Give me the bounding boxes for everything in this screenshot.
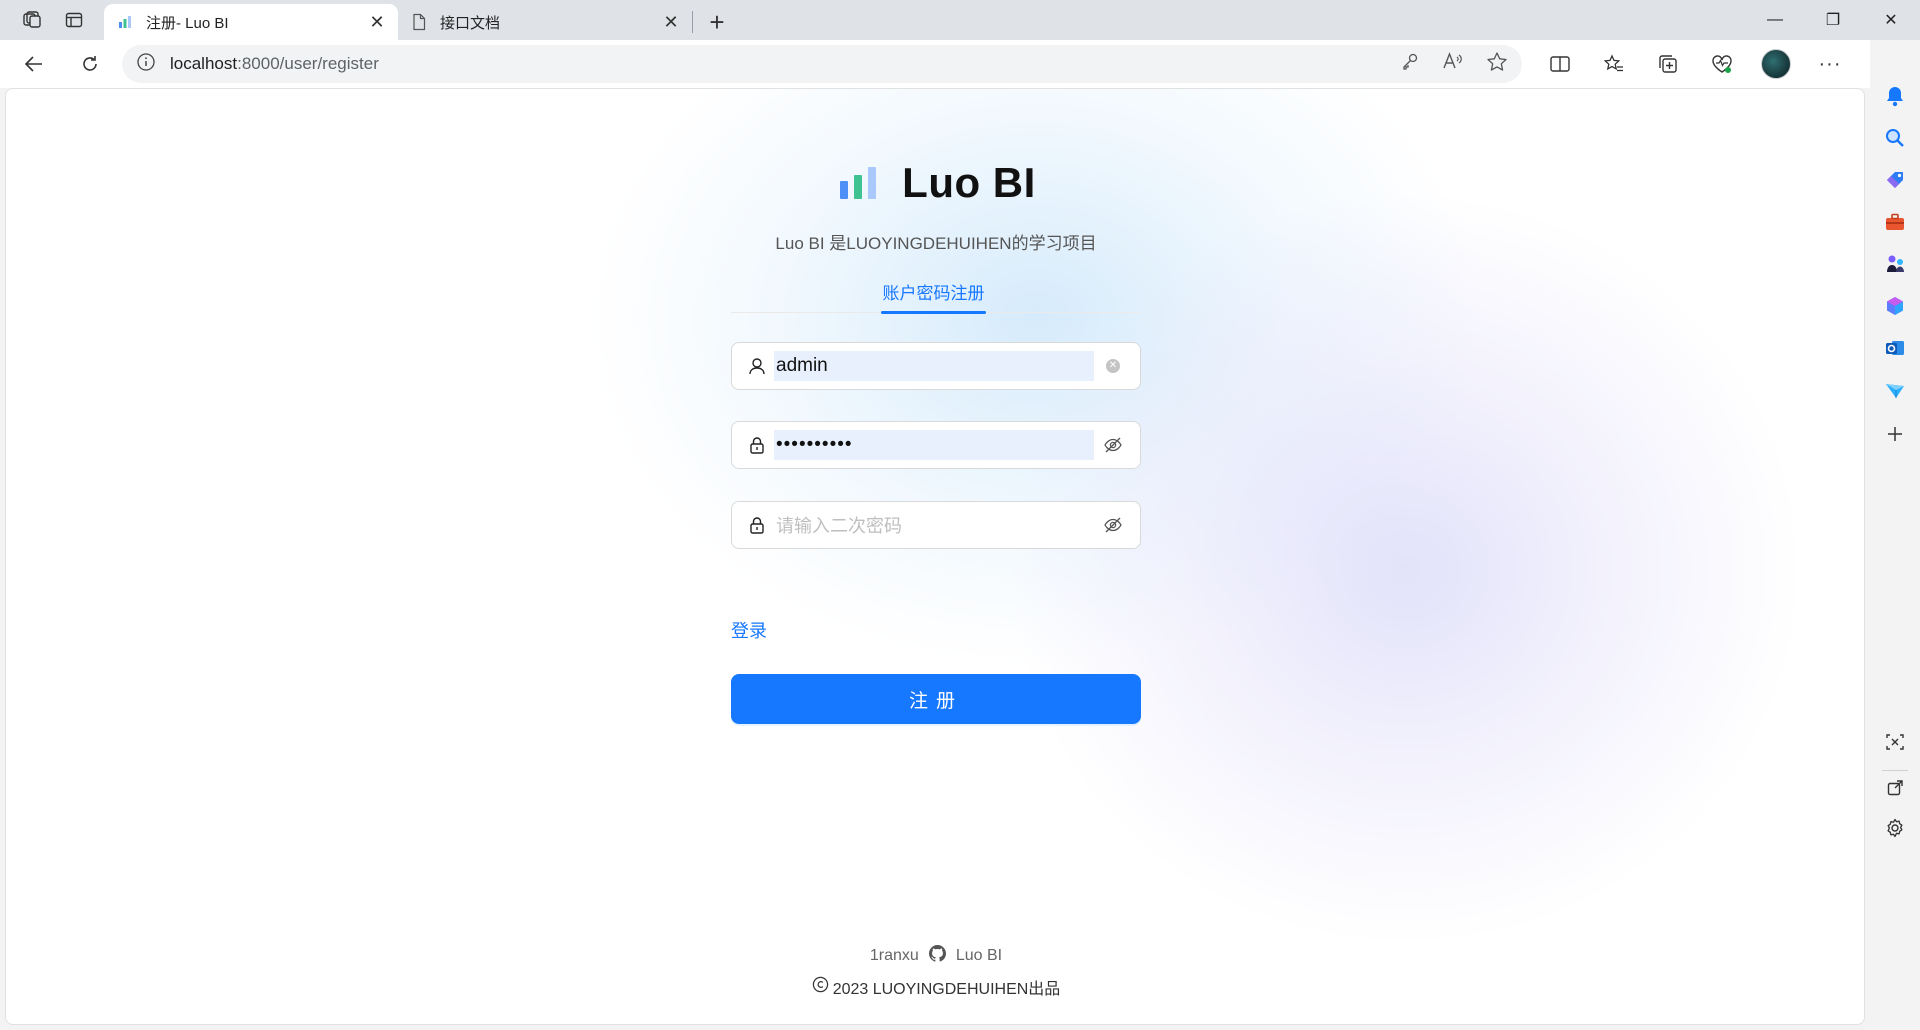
tab-api-docs[interactable]: 接口文档 ✕ bbox=[398, 4, 692, 40]
microsoft365-icon[interactable] bbox=[1883, 294, 1907, 318]
add-icon[interactable] bbox=[1883, 422, 1907, 446]
close-window-button[interactable]: ✕ bbox=[1862, 0, 1920, 40]
copyright-icon bbox=[812, 976, 829, 998]
tab-title: 注册- Luo BI bbox=[146, 14, 229, 32]
tab-title: 接口文档 bbox=[440, 14, 501, 32]
more-icon[interactable]: ··· bbox=[1810, 44, 1850, 84]
collections-icon[interactable] bbox=[1648, 44, 1688, 84]
favorites-icon[interactable] bbox=[1594, 44, 1634, 84]
confirm-password-field[interactable]: 请输入二次密码 bbox=[731, 501, 1141, 549]
avatar bbox=[1761, 49, 1791, 79]
sidebar-divider bbox=[1882, 770, 1908, 771]
settings-gear-icon[interactable] bbox=[1883, 816, 1907, 840]
page-viewport: Luo BI Luo BI 是LUOYINGDEHUIHEN的学习项目 账户密码… bbox=[5, 88, 1865, 1025]
window-controls: — ❐ ✕ bbox=[1746, 0, 1920, 40]
favorite-star-icon[interactable] bbox=[1486, 51, 1508, 78]
user-icon bbox=[746, 355, 768, 377]
back-icon[interactable] bbox=[14, 44, 54, 84]
lock-icon bbox=[746, 514, 768, 536]
tab-account-register[interactable]: 账户密码注册 bbox=[881, 279, 986, 314]
read-aloud-icon[interactable] bbox=[1442, 51, 1464, 78]
edge-sidebar bbox=[1870, 40, 1920, 1030]
tab-register[interactable]: 注册- Luo BI ✕ bbox=[104, 4, 398, 40]
brand-name: Luo BI bbox=[902, 159, 1036, 206]
tab-label: 账户密码注册 bbox=[882, 284, 985, 303]
eye-invisible-icon[interactable] bbox=[1100, 432, 1126, 458]
workspaces-icon[interactable] bbox=[12, 2, 52, 38]
browser-tab-bar: 注册- Luo BI ✕ 接口文档 ✕ + — ❐ ✕ bbox=[0, 0, 1920, 40]
info-icon[interactable] bbox=[136, 52, 156, 77]
browser-toolbar: localhost:8000/user/register ··· bbox=[0, 40, 1920, 88]
lock-icon bbox=[746, 434, 768, 456]
address-bar[interactable]: localhost:8000/user/register bbox=[122, 45, 1522, 83]
password-field[interactable]: •••••••••• bbox=[731, 421, 1141, 469]
send-icon[interactable] bbox=[1883, 378, 1907, 402]
username-field[interactable]: admin ✕ bbox=[731, 342, 1141, 390]
open-external-icon[interactable] bbox=[1883, 776, 1907, 800]
tools-briefcase-icon[interactable] bbox=[1883, 210, 1907, 234]
password-input[interactable]: •••••••••• bbox=[774, 430, 1094, 460]
footer-author-link[interactable]: 1ranxu bbox=[870, 947, 919, 965]
register-button[interactable]: 注册 bbox=[731, 674, 1141, 724]
document-icon bbox=[410, 13, 428, 31]
profile-avatar[interactable] bbox=[1756, 44, 1796, 84]
eye-invisible-icon[interactable] bbox=[1100, 512, 1126, 538]
close-icon[interactable]: ✕ bbox=[368, 13, 386, 31]
close-icon[interactable]: ✕ bbox=[662, 13, 680, 31]
tab-separator bbox=[692, 11, 693, 33]
minimize-button[interactable]: — bbox=[1746, 0, 1804, 40]
footer-project-link[interactable]: Luo BI bbox=[956, 947, 1002, 965]
browser-tools: ··· bbox=[1540, 44, 1904, 84]
notification-bell-icon[interactable] bbox=[1883, 84, 1907, 108]
tab-actions-icon[interactable] bbox=[54, 2, 94, 38]
tagline: Luo BI 是LUOYINGDEHUIHEN的学习项目 bbox=[775, 234, 1097, 253]
shopping-tag-icon[interactable] bbox=[1883, 168, 1907, 192]
games-icon[interactable] bbox=[1883, 252, 1907, 276]
login-type-tabs: 账户密码注册 bbox=[731, 279, 1141, 314]
copyright-text: 2023 LUOYINGDEHUIHEN出品 bbox=[832, 981, 1061, 998]
clear-icon[interactable]: ✕ bbox=[1100, 353, 1126, 379]
address-bar-actions bbox=[1400, 51, 1508, 78]
confirm-password-input[interactable]: 请输入二次密码 bbox=[774, 510, 1094, 540]
refresh-icon[interactable] bbox=[70, 44, 110, 84]
split-screen-icon[interactable] bbox=[1540, 44, 1580, 84]
brand-header: Luo BI bbox=[6, 159, 1864, 207]
github-icon[interactable] bbox=[928, 945, 946, 967]
tab-ink-bar bbox=[881, 311, 986, 314]
footer-links: 1ranxu Luo BI bbox=[6, 945, 1864, 967]
outlook-icon[interactable] bbox=[1883, 336, 1907, 360]
url-host: localhost bbox=[170, 54, 238, 73]
login-link[interactable]: 登录 bbox=[731, 617, 767, 643]
new-tab-button[interactable]: + bbox=[699, 4, 735, 40]
chart-logo-icon bbox=[840, 167, 877, 199]
footer-copyright: 2023 LUOYINGDEHUIHEN出品 bbox=[6, 975, 1864, 999]
key-icon[interactable] bbox=[1400, 51, 1420, 78]
search-icon[interactable] bbox=[1883, 126, 1907, 150]
screenshot-icon[interactable] bbox=[1883, 730, 1907, 754]
browser-essentials-icon[interactable] bbox=[1702, 44, 1742, 84]
chart-favicon-icon bbox=[116, 13, 134, 31]
username-input[interactable]: admin bbox=[774, 351, 1094, 381]
url-text[interactable]: localhost:8000/user/register bbox=[170, 54, 1400, 74]
restore-button[interactable]: ❐ bbox=[1804, 0, 1862, 40]
url-path: :8000/user/register bbox=[237, 54, 379, 73]
